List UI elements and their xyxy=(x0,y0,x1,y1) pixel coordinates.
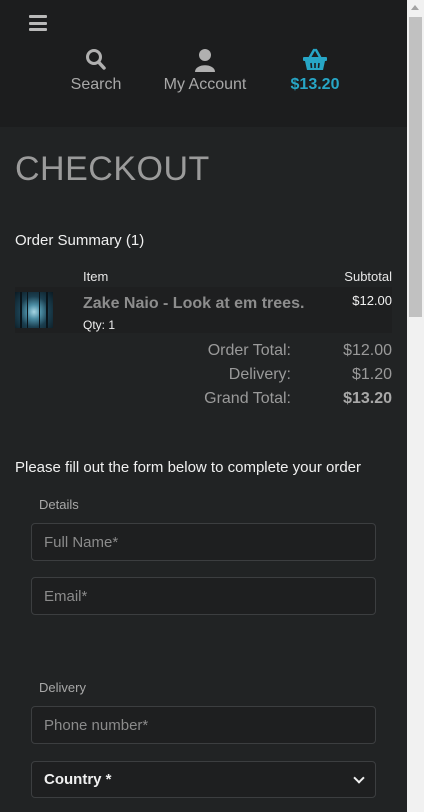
email-placeholder: Email* xyxy=(44,587,88,605)
cart-total-label: $13.20 xyxy=(290,76,340,93)
site-header: Search My Account $13.20 xyxy=(0,0,407,127)
item-price: $12.00 xyxy=(352,293,392,308)
full-name-placeholder: Full Name* xyxy=(44,533,119,551)
delivery-row: Delivery: $1.20 xyxy=(142,363,392,387)
item-column-header: Item xyxy=(83,269,109,284)
chevron-down-icon xyxy=(353,771,365,784)
item-qty: Qty: 1 xyxy=(83,318,116,332)
basket-icon xyxy=(302,46,328,72)
nav-search[interactable]: Search xyxy=(66,46,126,94)
delivery-value: $1.20 xyxy=(351,366,392,383)
item-name[interactable]: Zake Naio - Look at em trees. xyxy=(83,295,304,313)
user-icon xyxy=(194,46,216,72)
scroll-up-arrow-icon[interactable] xyxy=(411,5,419,10)
order-totals: Order Total: $12.00 Delivery: $1.20 Gran… xyxy=(142,339,392,411)
checkout-page: Search My Account $13.20 CHECKOUT Order … xyxy=(0,0,424,812)
order-total-label: Order Total: xyxy=(207,342,291,359)
nav-search-label: Search xyxy=(70,76,122,93)
country-select[interactable]: Country * xyxy=(31,761,376,798)
country-select-value: Country * xyxy=(44,771,112,788)
order-summary-heading: Order Summary (1) xyxy=(15,232,145,249)
form-intro: Please fill out the form below to comple… xyxy=(15,459,362,476)
search-icon xyxy=(85,46,107,72)
order-item-row: Zake Naio - Look at em trees. Qty: 1 $12… xyxy=(15,287,392,333)
product-thumbnail[interactable] xyxy=(15,292,53,328)
delivery-section-label: Delivery xyxy=(39,680,86,695)
page-scrollbar[interactable] xyxy=(407,0,424,812)
phone-placeholder: Phone number* xyxy=(44,716,149,734)
nav-cart[interactable]: $13.20 xyxy=(285,46,345,94)
order-total-value: $12.00 xyxy=(343,342,392,359)
full-name-field[interactable]: Full Name* xyxy=(31,523,376,561)
details-label: Details xyxy=(39,497,79,512)
scrollbar-thumb[interactable] xyxy=(409,17,422,317)
nav-my-account-label: My Account xyxy=(163,76,247,93)
hamburger-menu-icon[interactable] xyxy=(29,15,47,31)
nav-my-account[interactable]: My Account xyxy=(160,46,250,94)
grand-total-row: Grand Total: $13.20 xyxy=(142,387,392,411)
subtotal-column-header: Subtotal xyxy=(344,269,392,284)
grand-total-value: $13.20 xyxy=(343,390,392,407)
phone-field[interactable]: Phone number* xyxy=(31,706,376,744)
page-title: CHECKOUT xyxy=(15,150,210,188)
delivery-label: Delivery: xyxy=(228,366,291,383)
grand-total-label: Grand Total: xyxy=(204,390,291,407)
email-field[interactable]: Email* xyxy=(31,577,376,615)
order-total-row: Order Total: $12.00 xyxy=(142,339,392,363)
